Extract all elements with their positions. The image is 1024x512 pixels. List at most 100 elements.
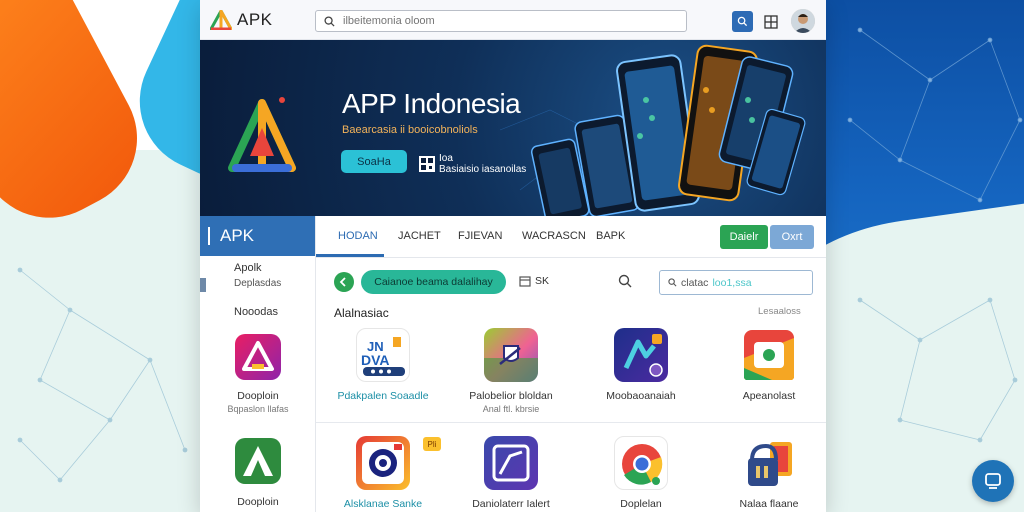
hero-banner: APP Indonesia Baearcasia ii booicobnolio… — [200, 40, 826, 216]
apk-logo-icon — [210, 10, 232, 30]
tab-fjievan[interactable]: FJIEVAN — [458, 230, 502, 242]
app-icon-camera — [356, 436, 410, 490]
search-input[interactable] — [343, 15, 663, 27]
app-name: Moobaoanaiah — [606, 390, 676, 402]
search-icon — [618, 274, 632, 288]
qr-code-icon — [419, 156, 435, 172]
app-card[interactable]: Palobelior bloldan Anal ftl. kbrsie — [451, 328, 571, 414]
section-title: Alalnasiac — [334, 306, 389, 320]
banner-qr-link[interactable]: Ioa Basiaisio iasanoilas — [419, 153, 526, 175]
app-name: Apeanolast — [742, 390, 796, 402]
banner-cta-button[interactable]: SoaHa — [341, 150, 407, 173]
banner-illustration — [228, 44, 806, 216]
app-name: Alsklanae Sanke — [343, 498, 423, 510]
sidebar-app-card[interactable]: Dooploin Bqpaslon llafas — [200, 334, 316, 414]
app-name: Nalaa flaane — [739, 498, 799, 510]
tab-hodan[interactable]: HODAN — [338, 230, 378, 242]
download-button[interactable] — [732, 11, 753, 32]
app-card[interactable]: Nalaa flaane — [709, 436, 829, 510]
grid-icon — [763, 14, 778, 29]
filter-pill[interactable]: Caianoe beama dalalihay — [361, 270, 506, 294]
sidebar-header-label: APK — [220, 226, 255, 245]
app-card[interactable]: JN DVA Pdakpalen Soaadle — [323, 328, 443, 402]
app-icon-browser — [742, 328, 796, 382]
camera-app-icon — [362, 442, 404, 484]
search-icon — [324, 15, 335, 27]
filter-search-field[interactable]: clatac loo1,ssa — [659, 270, 813, 295]
chat-button[interactable] — [972, 460, 1014, 502]
sidebar-app-icon — [235, 438, 281, 484]
sidebar-app-subtitle: Bqpaslon llafas — [227, 404, 289, 414]
tab-wacrascn[interactable]: WACRASCN — [522, 230, 586, 242]
section-see-all-link[interactable]: Lesaaloss — [758, 306, 801, 317]
avatar[interactable] — [791, 9, 815, 33]
sidebar-header-bar — [208, 227, 210, 245]
tab-jachet[interactable]: JACHET — [398, 230, 441, 242]
dua-app-icon: JN DVA — [361, 337, 405, 376]
sort-control[interactable]: SK — [519, 275, 549, 287]
sidebar-app-name: Dooploin — [237, 496, 279, 508]
app-icon-music — [614, 328, 668, 382]
calendar-icon — [519, 276, 531, 287]
music-app-icon — [623, 334, 663, 377]
sidebar-item-2[interactable]: Nooodas — [234, 306, 278, 318]
a-letter-app-icon — [243, 446, 273, 476]
search-icon — [737, 16, 748, 27]
app-icon-lock — [742, 436, 796, 490]
app-icon-dua: JN DVA — [356, 328, 410, 382]
sidebar-selection-indicator — [200, 278, 206, 292]
chrome-app-icon — [622, 444, 663, 485]
top-bar: APK — [200, 0, 826, 40]
browser-app-icon — [744, 330, 794, 380]
banner-title: APP Indonesia — [342, 88, 521, 119]
user-avatar-icon — [791, 9, 815, 33]
svg-text:DVA: DVA — [361, 352, 390, 368]
lock-app-icon — [748, 442, 792, 486]
app-card[interactable]: Apeanolast — [709, 328, 829, 402]
app-icon-chat — [484, 328, 538, 382]
green-action-label: Daielr — [729, 231, 759, 243]
app-name: Pdakpalen Soaadle — [337, 390, 429, 402]
app-icon-editor — [484, 436, 538, 490]
logo-text: APK — [237, 10, 273, 29]
app-card[interactable]: Doplelan — [581, 436, 701, 510]
banner-subtitle: Baearcasia ii booicobnoliols — [342, 124, 478, 136]
qr-label-bottom: Basiaisio iasanoilas — [439, 164, 527, 175]
filter-search-text: clatac — [681, 276, 709, 289]
sidebar-item-1[interactable]: Deplasdas — [234, 278, 281, 289]
chat-icon — [985, 473, 1001, 489]
app-card[interactable]: Moobaoanaiah — [581, 328, 701, 402]
sidebar-app-card[interactable]: Dooploin — [200, 438, 316, 508]
app-name: Daniolaterr Ialert — [472, 498, 550, 510]
sidebar-item-0[interactable]: Apolk — [234, 262, 262, 274]
arrow-left-icon — [339, 277, 346, 287]
blue-action-button[interactable]: Oxrt — [770, 225, 814, 249]
app-name: Palobelior bloldan — [469, 390, 553, 402]
filter-search-button[interactable] — [618, 274, 632, 293]
shield-app-icon — [484, 345, 538, 382]
tab-bapk[interactable]: BAPK — [596, 230, 625, 242]
sidebar-app-icon — [235, 334, 281, 380]
apps-grid-button[interactable] — [760, 11, 781, 32]
app-icon-chrome — [614, 436, 668, 490]
sidebar-app-name: Dooploin — [237, 390, 279, 402]
triangle-app-icon — [242, 341, 274, 371]
logo[interactable]: APK — [210, 10, 273, 30]
app-subtitle: Anal ftl. kbrsie — [482, 404, 540, 414]
search-icon — [668, 278, 677, 287]
green-action-button[interactable]: Daielr — [720, 225, 768, 249]
sidebar-header[interactable]: APK — [200, 216, 315, 256]
filter-toggle-button[interactable] — [334, 272, 354, 292]
app-badge: Pli — [423, 437, 441, 451]
qr-label-top: Ioa — [439, 153, 453, 164]
row-divider — [316, 422, 826, 423]
filter-search-highlight: loo1,ssa — [712, 276, 752, 289]
sort-label: SK — [535, 275, 550, 287]
active-tab-indicator — [316, 254, 384, 257]
search-bar[interactable] — [315, 10, 687, 32]
tab-bar: HODAN JACHET FJIEVAN WACRASCN BAPK Daiel… — [316, 216, 826, 258]
blue-action-label: Oxrt — [781, 231, 803, 243]
app-card[interactable]: Daniolaterr Ialert — [451, 436, 571, 510]
app-name: Doplelan — [620, 498, 662, 510]
editor-app-icon — [492, 444, 530, 482]
